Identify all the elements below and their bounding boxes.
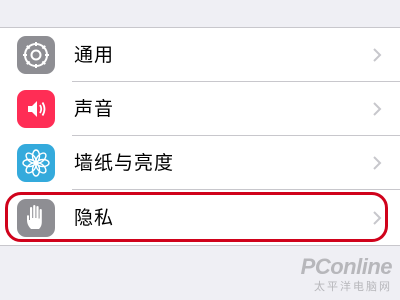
chevron-right-icon bbox=[373, 156, 382, 170]
chevron-right-icon bbox=[373, 102, 382, 116]
settings-row-privacy[interactable]: 隐私 bbox=[0, 191, 400, 245]
chevron-right-icon bbox=[373, 211, 382, 225]
bottom-spacer bbox=[0, 246, 400, 300]
settings-row-general[interactable]: 通用 bbox=[0, 28, 400, 82]
chevron-right-icon bbox=[373, 48, 382, 62]
settings-list: 通用 声音 墙纸与亮度 隐私 bbox=[0, 28, 400, 246]
settings-row-sounds[interactable]: 声音 bbox=[0, 82, 400, 136]
settings-row-label: 墙纸与亮度 bbox=[74, 152, 175, 174]
top-spacer bbox=[0, 0, 400, 28]
settings-row-label: 隐私 bbox=[74, 207, 115, 229]
hand-icon bbox=[17, 199, 55, 237]
settings-row-label: 通用 bbox=[74, 44, 115, 66]
speaker-icon bbox=[17, 90, 55, 128]
gear-icon bbox=[17, 36, 55, 74]
row-divider bbox=[72, 189, 400, 190]
settings-row-label: 声音 bbox=[74, 98, 115, 120]
settings-row-wallpaper-brightness[interactable]: 墙纸与亮度 bbox=[0, 136, 400, 190]
flower-icon bbox=[17, 144, 55, 182]
